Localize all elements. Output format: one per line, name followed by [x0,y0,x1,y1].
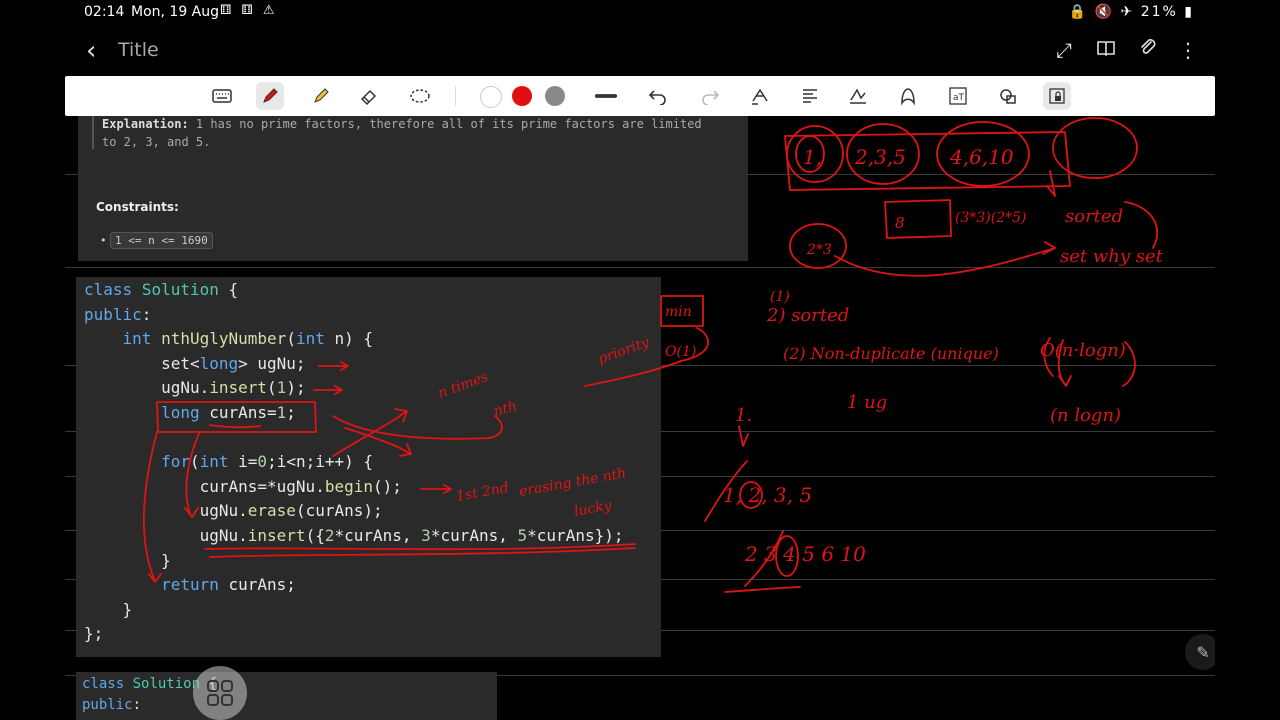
color-swatch-white[interactable] [480,86,502,108]
ink-text-1: 1. [735,405,752,426]
ink-down-arrow [738,425,749,447]
title-bar: ‹ Title ⤢ ⋮ [0,30,1280,72]
ink-swoosh-1 [332,415,503,440]
pen-settings-icon[interactable]: ✎ [1185,634,1215,670]
lock-icon[interactable] [1043,82,1071,110]
battery-level: 21% [1140,4,1178,20]
ocr-icon[interactable]: aT [946,84,970,108]
ink-arrow-begin [420,484,452,494]
battery-icon: ▮ [1184,4,1194,20]
back-icon[interactable]: ‹ [86,36,96,66]
undo-icon[interactable] [646,84,670,108]
ink-text-1paren: (1) [770,289,790,305]
ink-text-8: 8 [895,214,905,232]
ink-arrow-erase [184,430,201,518]
ink-text-seq2: 2 3 4 5 6 10 [744,542,866,566]
ink-text-products: (3*3)(2*5) [955,210,1026,226]
text-format-icon[interactable] [798,84,822,108]
ink-annotations: 1, 2,3,5 4,6,10 8 (3*3)(2*5) sorted set … [143,117,1164,593]
stroke-icon[interactable] [594,84,618,108]
ink-underline-2 [724,586,801,593]
ink-text-min: min [665,304,692,320]
ink-text-priority: priority [596,334,653,368]
svg-text:aT: aT [953,93,965,103]
redo-icon[interactable] [698,84,722,108]
ink-text-nth: nth [492,398,519,420]
status-bar: 02:14 Mon, 19 Aug ⚅ ⚅ ⚠ 🔒 🔇 ✈ 21% ▮ [0,0,1280,26]
grid-menu-icon[interactable] [193,666,247,720]
ink-text-1ug: 1 ug [847,392,887,413]
more-icon[interactable]: ⋮ [1178,38,1198,62]
ink-text-setwhy: set why set [1060,246,1164,267]
shapes-icon[interactable] [996,84,1020,108]
pen-icon[interactable] [256,82,284,110]
ink-text-sorted: sorted [1065,206,1123,227]
ink-underline-insert [204,543,636,551]
notification-icons: ⚅ ⚅ ⚠ [220,3,278,18]
ink-text-nlogn: (n logn) [1050,405,1121,426]
ink-arrow-1 [318,361,349,371]
eraser-icon[interactable] [357,84,381,108]
toolbar-separator [455,86,456,106]
shape-icon[interactable] [896,84,920,108]
ink-text-2-3: 2*3 [806,242,832,258]
color-swatch-red[interactable] [512,86,532,106]
note-title[interactable]: Title [118,39,159,61]
expand-icon[interactable]: ⤢ [1056,38,1072,62]
ink-text-nondup: (2) Non-duplicate (unique) [783,344,999,363]
ink-curl [1124,201,1159,249]
highlighter-icon[interactable] [309,84,333,108]
lasso-icon[interactable] [408,84,432,108]
pen-toolbar: aT [65,76,1215,116]
system-icons: 🔒 🔇 ✈ [1068,4,1135,20]
ink-text-lucky: lucky [573,497,614,519]
ink-text-1: 1, [803,145,822,169]
ink-text-onlogn: O(n·logn) [1040,340,1126,361]
ink-text-sorted2: 2) sorted [766,305,849,326]
ink-text-ntimes: n times [436,369,491,402]
status-date: Mon, 19 Aug [131,4,220,20]
handwriting-icon[interactable] [846,84,870,108]
ink-text-235: 2,3,5 [854,145,906,169]
ink-text-o1: O(1) [665,344,696,360]
status-right: 🔒 🔇 ✈ 21% ▮ [1069,4,1194,20]
note-canvas[interactable]: Explanation: 1 has no prime factors, the… [65,116,1215,720]
keyboard-icon[interactable] [210,84,234,108]
color-swatch-gray[interactable] [545,86,565,106]
ink-arrow-sorted [834,247,1056,277]
attach-icon[interactable] [1138,38,1158,63]
lasso-pen-icon[interactable] [748,84,772,108]
book-icon[interactable] [1096,38,1116,63]
ink-swoosh-2 [332,408,408,457]
ink-text-erasing: erasing the nth [518,465,628,500]
ink-text-seq1: 1, 2, 3, 5 [723,483,812,507]
status-time: 02:14 [84,4,125,20]
ink-text-1st2nd: 1st 2nd [455,480,510,505]
ink-text-4610: 4,6,10 [949,145,1014,169]
ink-arrow-return [143,431,162,583]
